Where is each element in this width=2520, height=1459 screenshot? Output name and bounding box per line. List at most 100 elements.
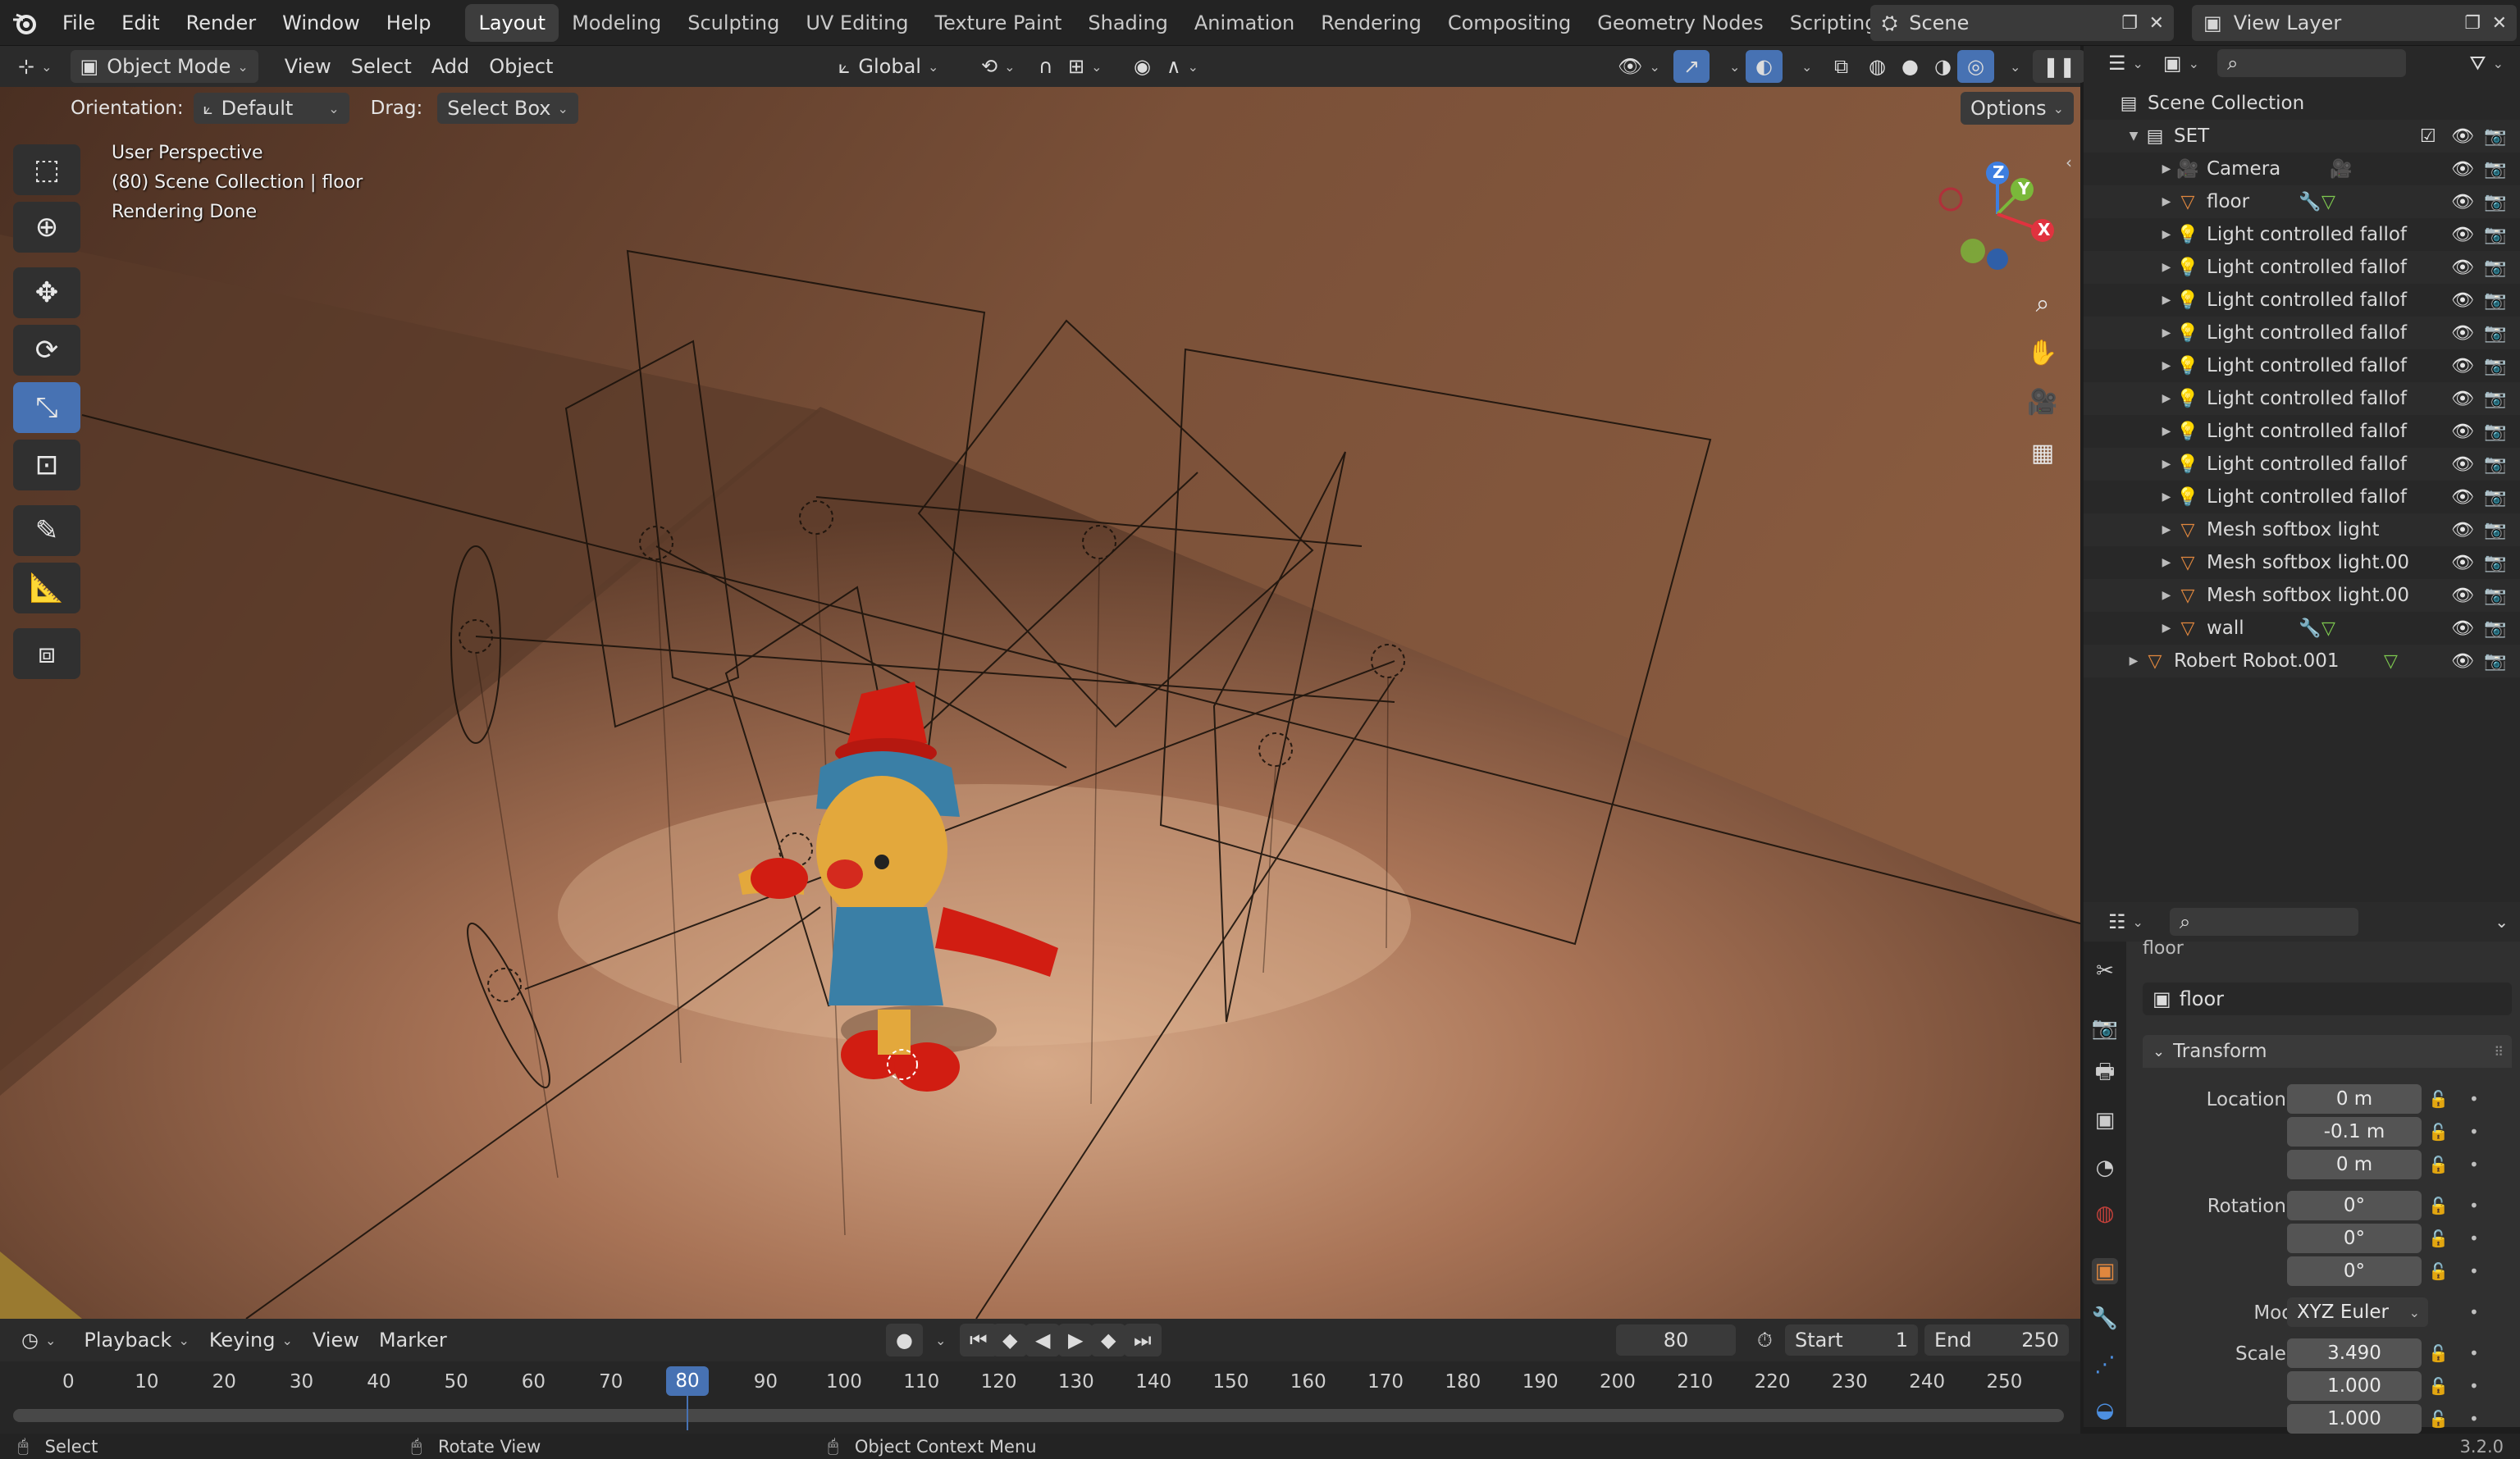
- shading-dropdown[interactable]: ⌄: [1993, 50, 2030, 83]
- timeline-menu-view[interactable]: View: [303, 1324, 369, 1356]
- overlay-toggle[interactable]: ◐: [1746, 50, 1783, 83]
- object-name-field[interactable]: ▣ floor: [2143, 983, 2512, 1015]
- visibility-dropdown[interactable]: 👁 ⌄: [1608, 50, 1670, 83]
- menu-object[interactable]: Object: [479, 50, 563, 83]
- auto-keying-toggle[interactable]: ●: [886, 1324, 923, 1356]
- outliner-robert-robot[interactable]: ▶ ▽ Robert Robot.001 ▽ 👁 📷: [2084, 645, 2520, 677]
- shading-wireframe[interactable]: ◍: [1859, 50, 1896, 83]
- scale-tool[interactable]: ⤡: [13, 382, 80, 433]
- play-reverse-button[interactable]: ◀: [1025, 1324, 1061, 1356]
- keyframe-dot-icon[interactable]: •: [2469, 1261, 2479, 1281]
- render-camera-icon[interactable]: 📷: [2484, 454, 2506, 475]
- expand-right-icon[interactable]: ▶: [2157, 523, 2175, 536]
- orientation-dropdown[interactable]: ⟀ Global ⌄: [829, 50, 948, 83]
- outliner-item[interactable]: ▶ 💡 Light controlled fallof 👁 📷: [2084, 415, 2520, 448]
- lock-icon[interactable]: 🔓: [2428, 1229, 2449, 1248]
- zoom-view-button[interactable]: ⌕: [2021, 282, 2064, 325]
- start-frame-field[interactable]: Start 1: [1785, 1324, 1918, 1356]
- eye-icon[interactable]: 👁: [2451, 651, 2474, 672]
- tab-uv-editing[interactable]: UV Editing: [792, 4, 921, 42]
- jump-end-button[interactable]: ⏭: [1124, 1324, 1162, 1356]
- shading-rendered[interactable]: ◎: [1957, 50, 1994, 83]
- move-tool[interactable]: ✥: [13, 267, 80, 318]
- expand-right-icon[interactable]: ▶: [2157, 359, 2175, 372]
- jump-keyframe-forward-button[interactable]: ◆: [1091, 1324, 1126, 1356]
- scene-tab-icon[interactable]: ◔: [2092, 1155, 2118, 1181]
- tab-layout[interactable]: Layout: [465, 3, 559, 42]
- close-scene-icon[interactable]: ✕: [2149, 13, 2164, 34]
- display-mode-dropdown[interactable]: ▣ ⌄: [2153, 47, 2209, 80]
- timeline-menu-keying[interactable]: Keying ⌄: [199, 1324, 303, 1356]
- end-frame-field[interactable]: End 250: [1924, 1324, 2069, 1356]
- expand-right-icon[interactable]: ▶: [2125, 654, 2143, 668]
- playhead-frame-indicator[interactable]: 80: [666, 1366, 709, 1396]
- outliner-item[interactable]: ▶ ▽ wall 🔧 ▽ 👁 📷: [2084, 612, 2520, 645]
- transform-tool[interactable]: ⊡: [13, 440, 80, 490]
- exclude-checkbox[interactable]: ☑: [2420, 126, 2436, 147]
- expand-right-icon[interactable]: ▶: [2157, 490, 2175, 504]
- outliner-item[interactable]: ▶ 💡 Light controlled fallof 👁 📷: [2084, 218, 2520, 251]
- outliner-item[interactable]: ▶ ▽ Mesh softbox light.00 👁 📷: [2084, 546, 2520, 579]
- gizmo-dropdown[interactable]: ⌄: [1713, 50, 1750, 83]
- outliner-item[interactable]: ▶ 💡 Light controlled fallof 👁 📷: [2084, 284, 2520, 317]
- menu-edit[interactable]: Edit: [108, 0, 172, 46]
- outliner-item[interactable]: ▶ 💡 Light controlled fallof 👁 📷: [2084, 317, 2520, 349]
- render-camera-icon[interactable]: 📷: [2484, 290, 2506, 311]
- render-camera-icon[interactable]: 📷: [2484, 586, 2506, 606]
- output-tab-icon[interactable]: 🖶: [2092, 1060, 2118, 1087]
- particles-tab-icon[interactable]: ⋰: [2092, 1352, 2118, 1378]
- keyframe-dot-icon[interactable]: •: [2469, 1155, 2479, 1174]
- eye-icon[interactable]: 👁: [2451, 618, 2474, 639]
- eye-icon[interactable]: 👁: [2451, 586, 2474, 606]
- drag-handle-icon[interactable]: ⠿: [2494, 1044, 2504, 1060]
- expand-down-icon[interactable]: ▼: [2125, 130, 2143, 143]
- 3d-viewport[interactable]: ⬚ ⊕ ✥ ⟳ ⤡ ⊡ ✎ 📐 ⧈ Orientation: ⟀ Default…: [0, 87, 2080, 1319]
- rotate-tool[interactable]: ⟳: [13, 325, 80, 376]
- eye-icon[interactable]: 👁: [2451, 487, 2474, 508]
- menu-help[interactable]: Help: [373, 0, 445, 46]
- overlay-dropdown[interactable]: ⌄: [1785, 50, 1822, 83]
- expand-right-icon[interactable]: ▶: [2157, 261, 2175, 274]
- keyframe-dot-icon[interactable]: •: [2469, 1122, 2479, 1142]
- keyframe-dot-icon[interactable]: •: [2469, 1343, 2479, 1363]
- copy-viewlayer-icon[interactable]: ❐: [2464, 13, 2481, 34]
- pivot-dropdown[interactable]: ⟲ ⌄: [971, 50, 1025, 83]
- properties-search-input[interactable]: ⌕: [2169, 908, 2358, 936]
- render-camera-icon[interactable]: 📷: [2484, 159, 2506, 180]
- tab-texture-paint[interactable]: Texture Paint: [922, 4, 1075, 42]
- world-tab-icon[interactable]: ◍: [2092, 1201, 2118, 1227]
- transform-panel-header[interactable]: ⌄ Transform ⠿: [2143, 1035, 2512, 1068]
- shading-solid[interactable]: ●: [1892, 50, 1929, 83]
- physics-tab-icon[interactable]: ◒: [2092, 1397, 2118, 1424]
- pause-render-button[interactable]: ❚❚: [2033, 50, 2086, 83]
- drag-dropdown[interactable]: Select Box ⌄: [437, 93, 578, 124]
- lock-icon[interactable]: 🔓: [2428, 1089, 2449, 1109]
- jump-start-button[interactable]: ⏮: [960, 1324, 998, 1356]
- expand-right-icon[interactable]: ▶: [2157, 392, 2175, 405]
- keyframe-dot-icon[interactable]: •: [2469, 1229, 2479, 1248]
- tab-sculpting[interactable]: Sculpting: [674, 4, 792, 42]
- expand-right-icon[interactable]: ▶: [2157, 294, 2175, 307]
- eye-icon[interactable]: 👁: [2451, 454, 2474, 475]
- select-box-tool[interactable]: ⬚: [13, 144, 80, 195]
- use-preview-range-toggle[interactable]: ⏱: [1747, 1324, 1783, 1356]
- outliner-item[interactable]: ▶ ▽ floor 🔧 ▽ 👁 📷: [2084, 185, 2520, 218]
- scale-y-field[interactable]: 1.000: [2287, 1371, 2422, 1401]
- eye-icon[interactable]: 👁: [2451, 290, 2474, 311]
- tab-geometry-nodes[interactable]: Geometry Nodes: [1584, 4, 1776, 42]
- expand-right-icon[interactable]: ▶: [2157, 589, 2175, 602]
- expand-right-icon[interactable]: ▶: [2157, 556, 2175, 569]
- rotation-y-field[interactable]: 0°: [2287, 1224, 2422, 1253]
- outliner-item[interactable]: ▶ 🎥 Camera 🎥 👁 📷: [2084, 153, 2520, 185]
- perspective-toggle-button[interactable]: ▦: [2021, 431, 2064, 474]
- render-camera-icon[interactable]: 📷: [2484, 323, 2506, 344]
- render-camera-icon[interactable]: 📷: [2484, 356, 2506, 376]
- menu-select[interactable]: Select: [341, 50, 422, 83]
- outliner-item[interactable]: ▶ ▽ Mesh softbox light 👁 📷: [2084, 513, 2520, 546]
- tab-rendering[interactable]: Rendering: [1308, 4, 1435, 42]
- rotation-z-field[interactable]: 0°: [2287, 1256, 2422, 1286]
- expand-right-icon[interactable]: ▶: [2157, 458, 2175, 471]
- add-cube-tool[interactable]: ⧈: [13, 628, 80, 679]
- sidebar-toggle-icon[interactable]: ‹: [2066, 153, 2072, 172]
- menu-view[interactable]: View: [275, 50, 341, 83]
